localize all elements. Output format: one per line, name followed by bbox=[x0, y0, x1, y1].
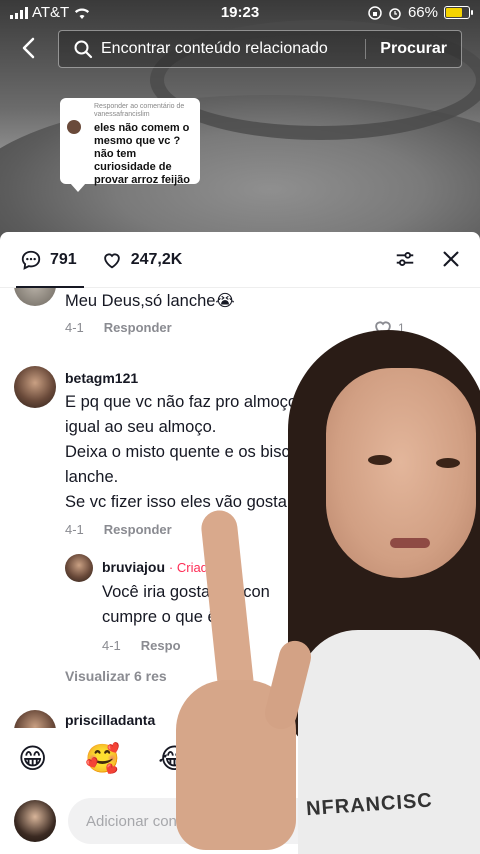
comment-input-row: Adicionar con bbox=[0, 792, 480, 854]
comment-username[interactable]: betagm121 bbox=[65, 370, 138, 386]
comment-date: 4-1 bbox=[65, 522, 84, 537]
comment-text-line: E pq que vc não faz pro almoço da bbox=[65, 393, 320, 411]
creator-badge: · Criado bbox=[168, 560, 216, 575]
comments-list: Meu Deus,só lanche😭 4-1 Responder 1 betag… bbox=[0, 288, 480, 728]
search-input[interactable]: Encontrar conteúdo relacionado bbox=[101, 40, 365, 58]
comment-text-line: Deixa o misto quente e os bisc bbox=[65, 443, 290, 461]
search-button[interactable]: Procurar bbox=[365, 39, 461, 59]
comment-date: 4-1 bbox=[65, 320, 84, 335]
reply-text-line: cumpre o que ê ma bbox=[102, 608, 245, 626]
reply-button[interactable]: Responder bbox=[104, 522, 172, 537]
search-icon bbox=[74, 40, 93, 59]
battery-percent: 66% bbox=[407, 4, 438, 21]
reply-username: bruviajou · Criado bbox=[102, 559, 215, 575]
comment-input[interactable]: Adicionar con bbox=[68, 798, 464, 844]
emoji-grin[interactable]: 😁 bbox=[18, 742, 47, 775]
reply-sticker: Responder ao comentário de vanessafranci… bbox=[60, 98, 200, 192]
comment-meta: 4-1 Responder bbox=[65, 320, 172, 335]
comment-avatar[interactable] bbox=[14, 366, 56, 408]
reply-button[interactable]: Respo bbox=[141, 638, 181, 653]
reply-sticker-avatar bbox=[67, 120, 81, 134]
comment-item: Meu Deus,só lanche😭 4-1 Responder 1 bbox=[0, 288, 480, 348]
comment-item: priscilladanta bbox=[0, 708, 480, 728]
heart-icon bbox=[375, 321, 391, 337]
reply-text-line: Você iria gostar de con bbox=[102, 583, 270, 601]
reply-sticker-header: Responder ao comentário de vanessafranci… bbox=[94, 103, 185, 118]
emoji-love[interactable]: 🥰 bbox=[85, 742, 120, 775]
status-right: 66% bbox=[368, 4, 473, 21]
view-more-replies[interactable]: Visualizar 6 res bbox=[65, 668, 167, 684]
close-icon[interactable] bbox=[440, 248, 462, 270]
comment-count: 791 bbox=[50, 250, 77, 268]
comment-text-line: Se vc fizer isso eles vão gosta bbox=[65, 493, 287, 511]
comment-like[interactable]: 1 bbox=[372, 317, 405, 339]
lock-rotation-icon bbox=[368, 5, 382, 20]
comment-text-line: igual ao seu almoço. bbox=[65, 418, 217, 436]
comment-text-line: lanche. bbox=[65, 468, 119, 486]
alarm-icon bbox=[389, 7, 401, 20]
comment-avatar[interactable] bbox=[14, 710, 56, 728]
filter-icon[interactable] bbox=[394, 248, 416, 270]
comment-avatar[interactable] bbox=[14, 288, 56, 306]
comment-bubble-icon bbox=[21, 250, 41, 270]
battery-icon bbox=[444, 6, 473, 19]
search-bar[interactable]: Encontrar conteúdo relacionado Procurar bbox=[58, 30, 462, 68]
status-bar: AT&T 19:23 66% bbox=[0, 0, 480, 26]
reply-item: bruviajou · Criado Você iria gostar de c… bbox=[0, 550, 480, 660]
user-avatar[interactable] bbox=[14, 800, 56, 842]
heart-icon bbox=[103, 253, 120, 268]
comment-item: betagm121 E pq que vc não faz pro almoço… bbox=[0, 360, 480, 540]
like-count: 247,2K bbox=[130, 250, 183, 268]
reply-sticker-text: eles não comem o mesmo que vc ? não tem … bbox=[94, 122, 190, 186]
comment-like-count: 1 bbox=[398, 321, 405, 335]
comments-header: 791 247,2K bbox=[0, 232, 480, 288]
battery-fill bbox=[446, 8, 462, 17]
back-arrow-icon[interactable] bbox=[18, 36, 42, 60]
comments-tab[interactable]: 791 bbox=[20, 249, 77, 271]
header-actions bbox=[394, 248, 462, 270]
reply-button[interactable]: Responder bbox=[104, 320, 172, 335]
reply-meta: 4-1 Respo bbox=[102, 638, 181, 653]
reply-avatar[interactable] bbox=[65, 554, 93, 582]
likes-tab[interactable]: 247,2K bbox=[101, 249, 183, 271]
reply-date: 4-1 bbox=[102, 638, 121, 653]
emoji-bar: 😁 🥰 😂 bbox=[0, 730, 480, 786]
comment-username[interactable]: priscilladanta bbox=[65, 712, 155, 728]
comment-text: Meu Deus,só lanche😭 bbox=[65, 292, 235, 310]
comments-panel: 791 247,2K Meu Deus,só lanche😭 4-1 Respon… bbox=[0, 232, 480, 854]
comment-meta: 4-1 Responder bbox=[65, 522, 172, 537]
emoji-laugh[interactable]: 😂 bbox=[158, 742, 191, 775]
reply-username-text[interactable]: bruviajou bbox=[102, 559, 165, 575]
